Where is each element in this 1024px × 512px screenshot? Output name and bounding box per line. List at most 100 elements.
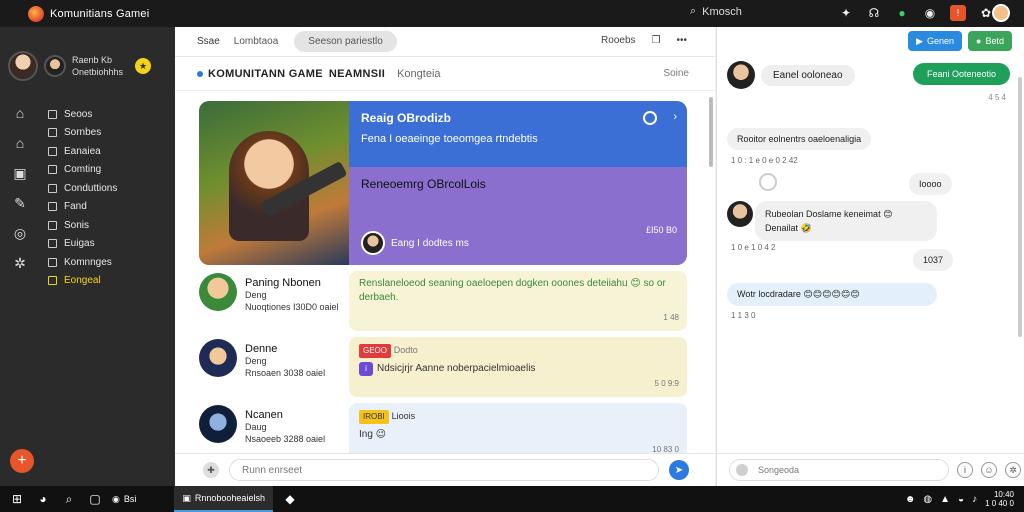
main-scrollbar[interactable] — [709, 97, 713, 167]
tab-home[interactable]: Ssae — [197, 36, 220, 47]
avatar — [199, 339, 237, 377]
tray-icon-1[interactable]: ☻ — [905, 494, 916, 505]
clock[interactable]: 10:40 1 0 40 0 — [985, 490, 1014, 508]
browser-icon[interactable]: ◕ — [34, 490, 52, 508]
sidebar-item-7[interactable]: Euigas — [48, 235, 117, 254]
tab-second[interactable]: Lombtaoa — [234, 36, 278, 47]
avatar — [199, 273, 237, 311]
taskbar-app-1[interactable]: ◉ Bsi — [104, 486, 144, 512]
post-bubble: GEOO Dodto i Ndsicjrjr Aanne noberpacielm… — [349, 337, 687, 397]
channel-title: KOMUNITANN GAME — [208, 67, 323, 80]
checkbox-icon — [48, 257, 57, 267]
avatar — [199, 405, 237, 443]
store-icon[interactable]: ▣ — [12, 165, 28, 181]
home-icon[interactable]: ⌂ — [12, 135, 28, 151]
sidebar-item-9[interactable]: Eongeal — [48, 272, 117, 291]
post-text: Renslaneloeod seaning oaeloepen dogken o… — [359, 278, 666, 303]
sidebar-item-label: Komnnges — [64, 256, 112, 268]
chat-message: 1037 — [913, 249, 954, 271]
volume-icon[interactable]: ♪ — [972, 494, 977, 505]
tab-search-pill[interactable]: Seeson pariestlo — [294, 31, 397, 52]
chat-contact[interactable]: Eanel ooloneao — [727, 61, 855, 89]
user-status-icon[interactable]: ● — [894, 5, 910, 21]
sidebar-item-label: Seoos — [64, 108, 93, 120]
sidebar-item-0[interactable]: Seoos — [48, 105, 117, 124]
camera-icon[interactable]: ◎ — [12, 225, 28, 241]
attach-icon[interactable]: ✚ — [203, 462, 219, 478]
sidebar: Raenb Kb Onetbiohhhs ★ ⌂ ⌂ ▣ ✎ ◎ ✲ Seoos… — [0, 27, 175, 486]
featured-card[interactable]: Reaig OBrodizb Fena I oeaeinge toeomgea … — [199, 101, 687, 265]
tabs-right: Rooebs ❐ ••• — [601, 35, 687, 46]
sidebar-item-label: Sornbes — [64, 127, 102, 139]
list-item[interactable]: Paning Nbonen Deng Nuoqtiones I30D0 oaie… — [199, 271, 687, 331]
chat-composer: Songeoda i ☺ ✲ — [717, 453, 1024, 486]
gear-icon[interactable]: ✲ — [12, 255, 28, 271]
tabs-right-label[interactable]: Rooebs — [601, 35, 635, 46]
chat-message: Wotr locdradare 😊😊😊😊😊😊 — [727, 283, 937, 306]
game-icon[interactable]: ◉ — [922, 5, 938, 21]
copy-icon[interactable]: ❐ — [652, 35, 661, 46]
avatar-secondary — [44, 55, 66, 77]
search-icon[interactable]: ⌕ — [60, 490, 78, 508]
notifications-icon[interactable]: ! — [950, 5, 966, 21]
info-icon[interactable]: i — [957, 462, 973, 478]
post-meta-line2: Deng — [245, 290, 267, 300]
app-3-icon[interactable]: ◆ — [281, 490, 299, 508]
sidebar-item-3[interactable]: Comting — [48, 161, 117, 180]
list-item[interactable]: Ncanen Daug Nsaoeeb 3288 oaiel IROBI Lio… — [199, 403, 687, 453]
featured-footer-right: £I50 B0 — [645, 225, 677, 235]
clock-icon[interactable] — [643, 111, 657, 125]
chat-input[interactable]: Songeoda — [729, 459, 949, 481]
tray-icon-3[interactable]: ▲ — [940, 494, 950, 505]
settings-icon[interactable]: ✲ — [1005, 462, 1021, 478]
tools-icon[interactable]: ✎ — [12, 195, 28, 211]
sidebar-item-8[interactable]: Komnnges — [48, 253, 117, 272]
title-bar: Komunitians Gamei ⌕ Kmosch ✦ ☊ ● ◉ ! ✿ — [0, 0, 1024, 27]
chat-primary-button[interactable]: ▶ Genen — [908, 31, 963, 51]
sidebar-item-2[interactable]: Eanaiea — [48, 142, 117, 161]
emoji-icon[interactable]: ☺ — [981, 462, 997, 478]
sidebar-item-1[interactable]: Sornbes — [48, 124, 117, 143]
post-time: 5 0 9:9 — [654, 379, 679, 388]
windows-start-icon[interactable]: ⊞ — [8, 490, 26, 508]
checkbox-icon — [48, 183, 57, 193]
checkbox-icon — [48, 109, 57, 119]
chat-scrollbar[interactable] — [1018, 77, 1022, 337]
window-title: Komunitians Gamei — [50, 7, 150, 20]
add-button[interactable]: + — [10, 449, 34, 473]
tray-icon-2[interactable]: ◍ — [923, 494, 932, 505]
coin-icon[interactable]: ★ — [135, 58, 152, 74]
title-search[interactable]: ⌕ Kmosch — [690, 5, 742, 18]
send-button[interactable]: ➤ — [669, 460, 689, 480]
task-view-icon[interactable]: ▢ — [86, 490, 104, 508]
post-badge-text: Dodto — [393, 345, 418, 355]
chat-message-time: 1 0 : 1 e 0 e 0 2 42 — [731, 156, 798, 165]
user-avatar[interactable] — [992, 4, 1010, 22]
post-meta-line3: Nuoqtiones I30D0 oaiel — [245, 302, 339, 312]
tabs-bar: Ssae Lombtaoa Seeson pariestlo Rooebs ❐ … — [175, 27, 715, 57]
live-dot-icon — [197, 70, 203, 77]
profile[interactable]: Raenb Kb Onetbiohhhs ★ — [8, 51, 152, 81]
sidebar-item-4[interactable]: Conduttions — [48, 179, 117, 198]
sidebar-item-label: Fand — [64, 201, 87, 213]
chat-secondary-button[interactable]: ● Betd — [968, 31, 1012, 51]
sidebar-item-6[interactable]: Sonis — [48, 216, 117, 235]
chevron-right-icon[interactable]: › — [673, 111, 677, 123]
profile-names: Raenb Kb Onetbiohhhs — [72, 54, 123, 78]
building-icon[interactable]: ⌂ — [12, 105, 28, 121]
message-input[interactable]: Runn enrseet — [229, 459, 659, 481]
pin-icon[interactable]: ✦ — [838, 5, 854, 21]
chat-top-actions: ▶ Genen ● Betd — [908, 31, 1012, 51]
featured-sub: Fena I oeaeinge toeomgea rtndebtis — [361, 133, 538, 145]
sidebar-icon-rail: ⌂ ⌂ ▣ ✎ ◎ ✲ — [12, 105, 28, 271]
channel-header-right[interactable]: Soine — [663, 68, 689, 79]
sidebar-item-5[interactable]: Fand — [48, 198, 117, 217]
network-icon[interactable]: ◒ — [958, 494, 964, 505]
post-meta: Denne Deng Rnsoaen 3038 oaiel — [245, 343, 325, 379]
taskbar-app-2-label: Rnnobooheaielsh — [194, 493, 265, 503]
taskbar-app-2[interactable]: ▣ Rnnobooheaielsh — [174, 486, 273, 512]
headset-icon[interactable]: ☊ — [866, 5, 882, 21]
list-item[interactable]: Denne Deng Rnsoaen 3038 oaiel GEOO Dodto… — [199, 337, 687, 397]
more-icon[interactable]: ••• — [676, 35, 687, 46]
sidebar-item-label: Conduttions — [64, 182, 118, 194]
